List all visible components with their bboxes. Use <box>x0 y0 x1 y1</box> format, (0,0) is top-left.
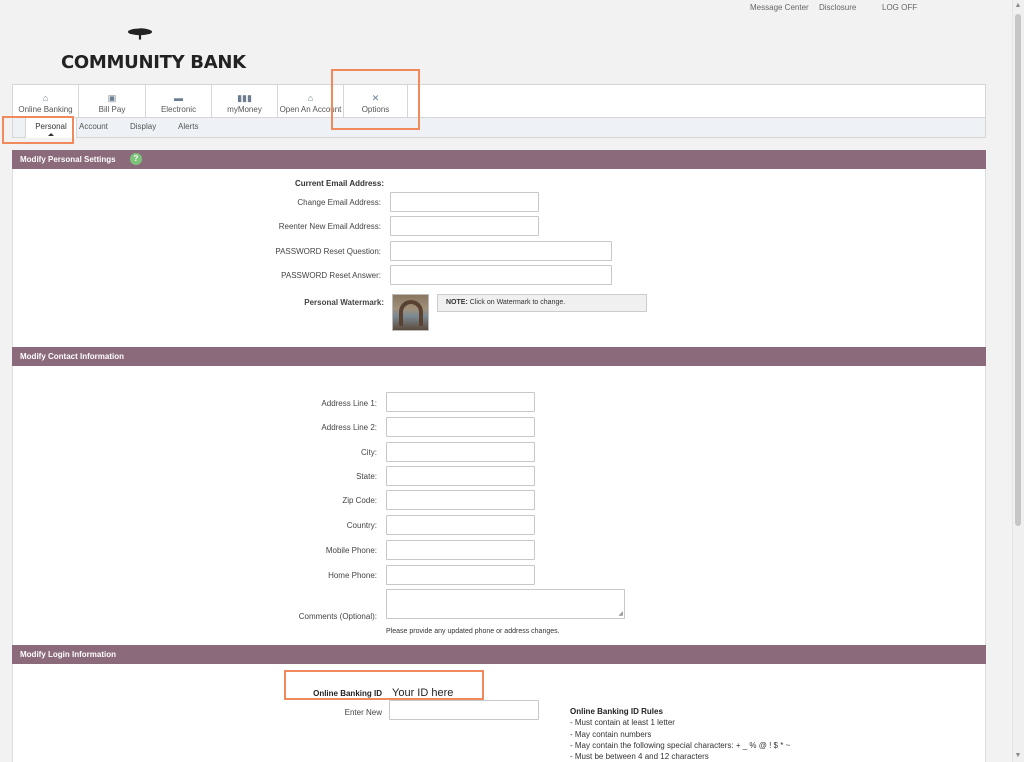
comments-textarea[interactable]: ◢ <box>386 589 625 619</box>
change-email-input[interactable] <box>390 192 539 212</box>
nav-online-banking[interactable]: ⌂ Online Banking <box>13 85 79 118</box>
nav-bill-pay[interactable]: ▣ Bill Pay <box>79 85 146 118</box>
subtab-display[interactable]: Display <box>130 122 156 131</box>
wallet-icon: ▣ <box>107 93 117 103</box>
mobile-phone-label: Mobile Phone: <box>325 546 377 555</box>
address2-input[interactable] <box>386 417 535 437</box>
id-rule-item: - Must contain at least 1 letter <box>570 718 675 727</box>
address2-label: Address Line 2: <box>321 423 377 432</box>
tree-logo-icon <box>127 28 153 40</box>
id-rules-title: Online Banking ID Rules <box>570 707 663 716</box>
reset-question-label: PASSWORD Reset Question: <box>275 247 381 256</box>
home-phone-input[interactable] <box>386 565 535 585</box>
log-off-link[interactable]: LOG OFF <box>882 3 917 12</box>
help-icon[interactable]: ? <box>130 153 142 165</box>
subtab-account[interactable]: Account <box>79 122 108 131</box>
reset-answer-input[interactable] <box>390 265 612 285</box>
reenter-email-input[interactable] <box>390 216 539 236</box>
nav-electronic[interactable]: ▬ Electronic <box>146 85 212 118</box>
city-input[interactable] <box>386 442 535 462</box>
subtab-alerts[interactable]: Alerts <box>178 122 198 131</box>
zip-input[interactable] <box>386 490 535 510</box>
watermark-note: NOTE: Click on Watermark to change. <box>437 294 647 312</box>
enter-new-label: Enter New <box>344 708 382 717</box>
current-email-label: Current Email Address: <box>294 179 384 188</box>
address1-input[interactable] <box>386 392 535 412</box>
section-login-header: Modify Login Information <box>12 645 986 664</box>
reset-answer-label: PASSWORD Reset Answer: <box>281 271 381 280</box>
id-highlight <box>284 670 484 700</box>
mobile-phone-input[interactable] <box>386 540 535 560</box>
address1-label: Address Line 1: <box>321 399 377 408</box>
main-nav: ⌂ Online Banking ▣ Bill Pay ▬ Electronic… <box>12 84 986 118</box>
personal-highlight <box>2 116 74 144</box>
city-label: City: <box>361 448 377 457</box>
state-label: State: <box>356 472 377 481</box>
reset-question-input[interactable] <box>390 241 612 261</box>
reenter-email-label: Reenter New Email Address: <box>278 222 381 231</box>
id-rule-item: - Must be between 4 and 12 characters <box>570 752 709 761</box>
scrollbar[interactable]: ▲ ▼ <box>1012 0 1024 762</box>
country-input[interactable] <box>386 515 535 535</box>
comments-label: Comments (Optional): <box>298 612 377 621</box>
change-email-label: Change Email Address: <box>297 198 381 207</box>
new-id-input[interactable] <box>389 700 539 720</box>
section-contact-header: Modify Contact Information <box>12 347 986 366</box>
watermark-image[interactable] <box>392 294 429 331</box>
nav-mymoney[interactable]: ▮▮▮ myMoney <box>212 85 278 118</box>
id-rule-item: - May contain the following special char… <box>570 741 791 750</box>
state-input[interactable] <box>386 466 535 486</box>
disclosure-link[interactable]: Disclosure <box>819 3 856 12</box>
resize-handle-icon[interactable]: ◢ <box>618 611 623 617</box>
id-rule-item: - May contain numbers <box>570 730 652 739</box>
watermark-label: Personal Watermark: <box>304 298 384 307</box>
section-personal-header: Modify Personal Settings <box>12 150 986 169</box>
scroll-down-icon[interactable]: ▼ <box>1014 752 1022 760</box>
country-label: Country: <box>346 521 377 530</box>
options-highlight <box>331 69 420 130</box>
contact-hint: Please provide any updated phone or addr… <box>386 628 560 635</box>
scroll-thumb[interactable] <box>1015 14 1021 526</box>
message-center-link[interactable]: Message Center <box>750 3 809 12</box>
home-phone-label: Home Phone: <box>328 571 377 580</box>
sub-nav: Personal Account Display Alerts <box>12 118 986 138</box>
brand-name: COMMUNITY BANK <box>61 52 246 73</box>
zip-label: Zip Code: <box>342 496 377 505</box>
briefcase-icon: ▬ <box>174 93 183 103</box>
home-icon: ⌂ <box>42 93 49 103</box>
scroll-up-icon[interactable]: ▲ <box>1014 2 1022 10</box>
bar-chart-icon: ▮▮▮ <box>237 93 252 103</box>
